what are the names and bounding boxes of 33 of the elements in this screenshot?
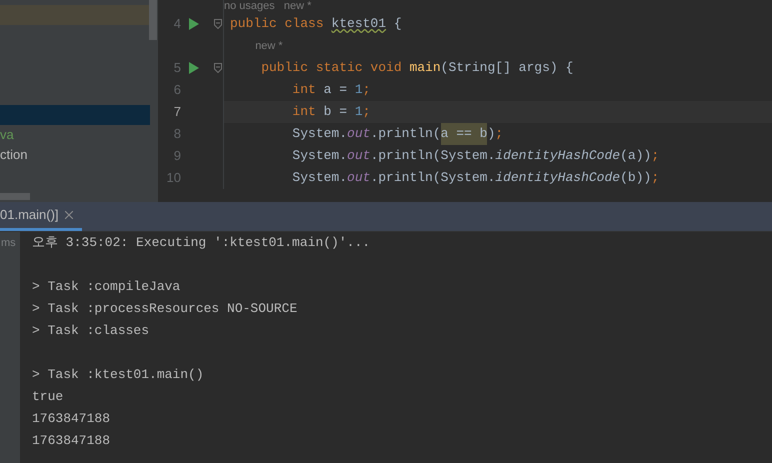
- console-line: true: [32, 388, 64, 406]
- code-line: public static void main(String[] args) {: [260, 59, 574, 77]
- duration-label: ms: [0, 236, 17, 251]
- console-line: > Task :ktest01.main(): [32, 366, 205, 384]
- line-number: 8: [172, 125, 181, 144]
- console-line: > Task :processResources NO-SOURCE: [32, 300, 298, 318]
- fold-icon[interactable]: [214, 63, 222, 73]
- tree-item[interactable]: ction: [0, 145, 150, 165]
- line-number: 6: [172, 81, 181, 100]
- console-line: > Task :compileJava: [32, 278, 182, 296]
- run-icon[interactable]: [189, 18, 199, 30]
- line-number: 10: [166, 169, 181, 188]
- fold-icon[interactable]: [214, 19, 222, 29]
- code-line: int a = 1;: [291, 81, 372, 99]
- console-line: 1763847188: [32, 432, 112, 450]
- run-icon[interactable]: [189, 62, 199, 74]
- code-line: System.out.println(System.identityHashCode(b));: [291, 169, 660, 187]
- vertical-scrollbar[interactable]: [149, 0, 157, 40]
- code-line: System.out.println(a == b);: [224, 123, 772, 145]
- line-number: 4: [172, 15, 181, 34]
- console-line: > Task :classes: [32, 322, 150, 340]
- line-number: 5: [172, 59, 181, 78]
- usage-hint[interactable]: no usages new *: [224, 0, 312, 13]
- tree-item[interactable]: va: [0, 125, 150, 145]
- console-line: 1763847188: [32, 410, 112, 428]
- code-line: System.out.println(System.identityHashCode(a));: [291, 147, 660, 165]
- code-line: public class ktest01 {: [229, 15, 403, 33]
- console-line: 오후 3:35:02: Executing ':ktest01.main()'...: [32, 234, 372, 252]
- close-icon[interactable]: [64, 211, 73, 219]
- usage-hint[interactable]: new *: [255, 40, 283, 52]
- horizontal-scrollbar[interactable]: [0, 193, 30, 200]
- line-number: 7: [172, 103, 181, 122]
- line-number: 9: [172, 147, 181, 166]
